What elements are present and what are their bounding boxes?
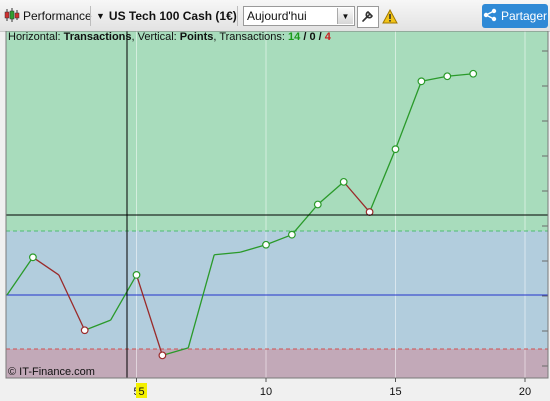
share-icon — [483, 8, 497, 25]
period-dropdown[interactable]: Aujourd'hui ▼ — [243, 6, 355, 26]
vertical-value: Points — [179, 31, 214, 43]
transactions-prefix: , Transactions: — [213, 31, 289, 43]
data-point — [158, 351, 167, 360]
data-point — [132, 271, 141, 279]
data-point — [365, 208, 374, 216]
copyright: © IT-Finance.com — [8, 366, 95, 378]
data-point — [313, 200, 322, 209]
x-tick-label: 10 — [260, 386, 272, 398]
performance-chart[interactable]: 5 10 15 20 5 — [0, 31, 550, 401]
share-label: Partager — [500, 9, 548, 23]
wrench-icon — [361, 9, 375, 26]
data-point — [29, 253, 37, 262]
transactions-win-count: 14 — [288, 31, 301, 43]
instrument-selector[interactable]: ▼ US Tech 100 Cash (1€) — [96, 6, 237, 26]
instrument-label: US Tech 100 Cash (1€) — [108, 9, 237, 23]
horizontal-prefix: Horizontal: — [8, 31, 64, 43]
data-point — [417, 77, 426, 86]
settings-button[interactable] — [357, 6, 379, 28]
cursor-x-label: 5 — [138, 386, 144, 398]
toolbar-separator — [90, 6, 91, 26]
x-tick-label: 15 — [389, 386, 401, 398]
toolbar-separator — [237, 6, 238, 26]
data-point — [288, 230, 296, 239]
zone-upper — [6, 31, 548, 231]
vertical-prefix: , Vertical: — [131, 31, 180, 43]
data-point — [443, 72, 452, 81]
period-value: Aujourd'hui — [247, 9, 307, 23]
separator-slash: / — [315, 31, 325, 43]
toolbar: Performance ▼ US Tech 100 Cash (1€) Aujo… — [0, 0, 550, 32]
caret-down-icon: ▼ — [96, 11, 105, 21]
data-point — [391, 145, 400, 154]
data-point — [469, 69, 478, 78]
performance-button[interactable]: Performance — [4, 6, 92, 26]
x-tick-label: 20 — [519, 386, 531, 398]
warning-icon[interactable] — [382, 6, 398, 26]
chart-info: Horizontal: Transactions, Vertical: Poin… — [8, 31, 331, 43]
data-point — [80, 326, 89, 335]
candlestick-icon — [4, 7, 20, 26]
data-point — [262, 240, 270, 249]
chevron-down-icon[interactable]: ▼ — [337, 8, 353, 24]
horizontal-value: Transactions — [63, 31, 132, 43]
transactions-loss-count: 4 — [324, 31, 331, 43]
x-axis: 5 10 15 20 — [133, 378, 531, 398]
performance-label: Performance — [23, 9, 92, 23]
share-button[interactable]: Partager — [482, 4, 548, 28]
data-point — [339, 177, 348, 186]
